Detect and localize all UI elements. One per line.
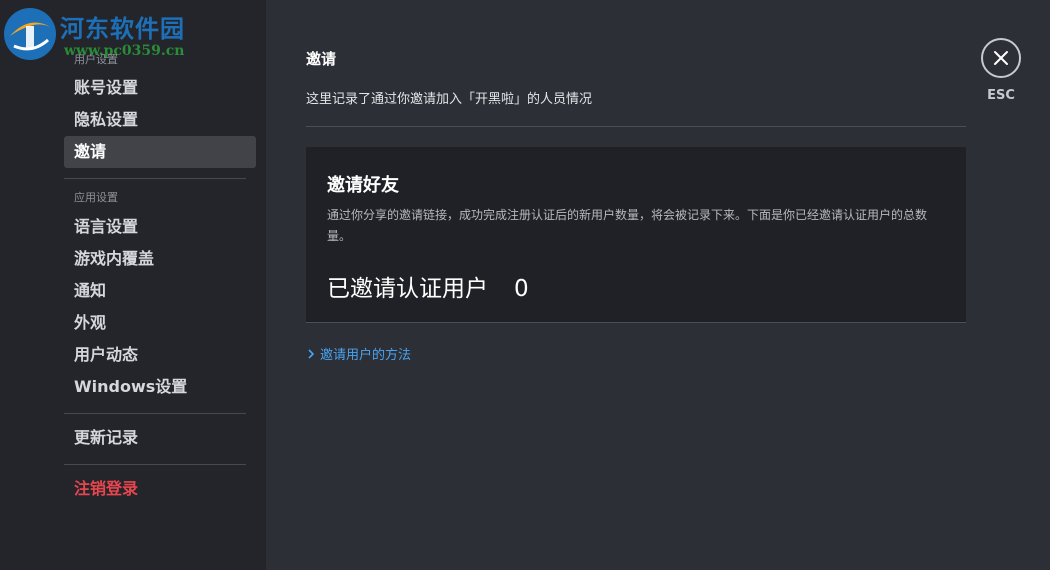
app-settings-section-label: 应用设置 bbox=[74, 191, 118, 204]
sidebar-item-notifications[interactable]: 通知 bbox=[64, 275, 256, 307]
invite-card: 邀请好友 通过你分享的邀请链接，成功完成注册认证后的新用户数量，将会被记录下来。… bbox=[306, 147, 966, 323]
page-title: 邀请 bbox=[306, 50, 337, 68]
sidebar-item-privacy[interactable]: 隐私设置 bbox=[64, 104, 256, 136]
close-icon bbox=[994, 51, 1008, 65]
sidebar-item-windows[interactable]: Windows设置 bbox=[64, 371, 256, 403]
stat-value: 0 bbox=[514, 276, 529, 302]
invite-howto-link[interactable]: 邀请用户的方法 bbox=[308, 344, 411, 363]
sidebar-item-invite[interactable]: 邀请 bbox=[64, 136, 256, 168]
watermark-title: 河东软件园 bbox=[60, 14, 185, 43]
sidebar-item-appearance[interactable]: 外观 bbox=[64, 307, 256, 339]
sidebar-item-changelog[interactable]: 更新记录 bbox=[64, 422, 256, 454]
sidebar-item-language[interactable]: 语言设置 bbox=[64, 211, 256, 243]
card-title: 邀请好友 bbox=[327, 175, 399, 196]
page-description: 这里记录了通过你邀请加入「开黑啦」的人员情况 bbox=[306, 92, 593, 107]
card-description: 通过你分享的邀请链接，成功完成注册认证后的新用户数量，将会被记录下来。下面是你已… bbox=[327, 208, 928, 243]
watermark-logo-icon bbox=[4, 8, 56, 60]
sidebar-item-account[interactable]: 账号设置 bbox=[64, 72, 256, 104]
sidebar-divider bbox=[64, 464, 246, 465]
chevron-right-icon bbox=[308, 348, 315, 363]
close-button[interactable] bbox=[981, 38, 1021, 78]
invite-howto-label: 邀请用户的方法 bbox=[320, 348, 412, 363]
sidebar-item-activity[interactable]: 用户动态 bbox=[64, 339, 256, 371]
invited-users-stat: 已邀请认证用户 0 bbox=[327, 269, 529, 303]
content-divider bbox=[306, 126, 966, 127]
stat-label: 已邀请认证用户 bbox=[327, 276, 488, 302]
settings-content: 邀请 这里记录了通过你邀请加入「开黑啦」的人员情况 邀请好友 通过你分享的邀请链… bbox=[306, 0, 966, 570]
sidebar-divider bbox=[64, 413, 246, 414]
sidebar-item-overlay[interactable]: 游戏内覆盖 bbox=[64, 243, 256, 275]
settings-sidebar: 河东软件园 www.pc0359.cn 用户设置 账号设置 隐私设置 邀请 应用… bbox=[0, 0, 266, 570]
logout-button[interactable]: 注销登录 bbox=[64, 473, 256, 505]
user-settings-section-label: 用户设置 bbox=[74, 53, 118, 66]
esc-label: ESC bbox=[987, 88, 1015, 103]
sidebar-divider bbox=[64, 178, 246, 179]
